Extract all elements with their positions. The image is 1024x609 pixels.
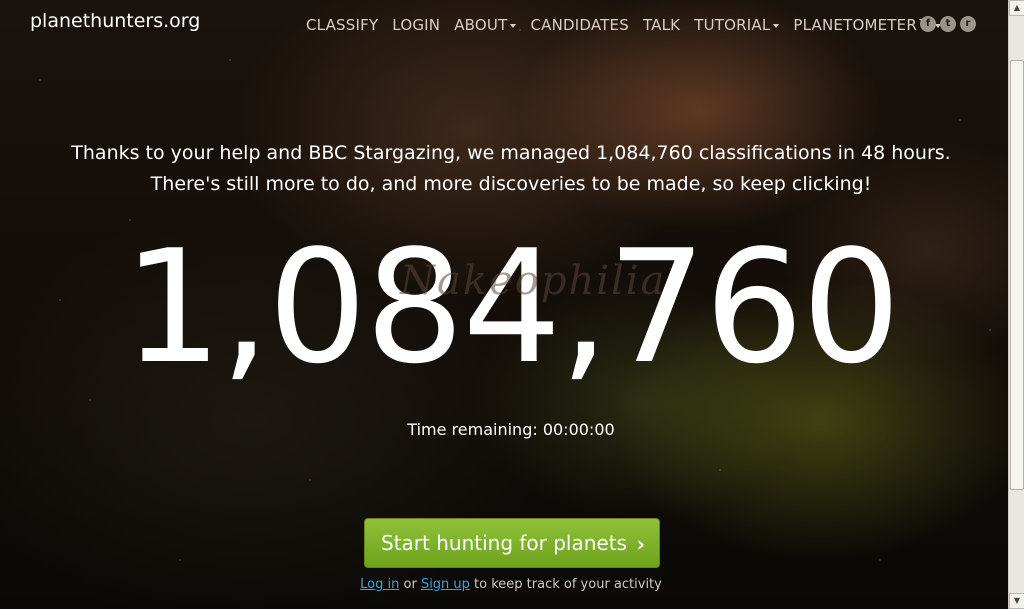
- signin-prompt: Log in or Sign up to keep track of your …: [0, 577, 1022, 592]
- signup-link[interactable]: Sign up: [421, 577, 470, 592]
- signin-suffix: to keep track of your activity: [469, 577, 662, 592]
- time-remaining: Time remaining: 00:00:00: [407, 420, 615, 439]
- nav-planetometer[interactable]: PLANETOMETER™: [793, 16, 942, 34]
- chevron-down-icon: [510, 23, 517, 28]
- chevron-right-icon: ›: [636, 532, 645, 556]
- twitter-icon[interactable]: t: [940, 16, 956, 32]
- message-line-1: Thanks to your help and BBC Stargazing, …: [71, 142, 951, 164]
- scroll-up-button[interactable]: ▲: [1009, 0, 1024, 16]
- watermark: Nakeophilia: [400, 258, 667, 304]
- vertical-scrollbar[interactable]: ▲ ▼: [1008, 0, 1024, 609]
- classification-count: 1,084,760: [123, 216, 901, 398]
- start-hunting-button[interactable]: Start hunting for planets ›: [364, 518, 660, 568]
- start-hunting-label: Start hunting for planets: [381, 531, 627, 555]
- facebook-icon[interactable]: f: [920, 16, 936, 32]
- site-logo-link[interactable]: planethunters.org: [30, 10, 200, 32]
- nav-planetometer-label: PLANETOMETER™: [793, 16, 933, 34]
- nav-talk[interactable]: TALK: [643, 16, 680, 34]
- nav-about[interactable]: ABOUT: [454, 16, 517, 34]
- nav-tutorial-label: TUTORIAL: [694, 16, 771, 34]
- signin-or: or: [399, 577, 421, 592]
- nav-login[interactable]: LOGIN: [392, 16, 440, 34]
- login-link[interactable]: Log in: [360, 577, 399, 592]
- rss-icon[interactable]: r: [960, 16, 976, 32]
- nav-classify[interactable]: CLASSIFY: [306, 16, 378, 34]
- thank-you-message: Thanks to your help and BBC Stargazing, …: [0, 138, 1022, 200]
- social-links: f t r: [920, 16, 976, 32]
- message-line-2: There's still more to do, and more disco…: [150, 173, 872, 195]
- nav-candidates[interactable]: CANDIDATES: [530, 16, 628, 34]
- scroll-thumb[interactable]: [1010, 60, 1024, 490]
- page: planethunters.org CLASSIFY LOGIN ABOUT C…: [0, 0, 1008, 609]
- nav-tutorial[interactable]: TUTORIAL: [694, 16, 780, 34]
- top-navigation: CLASSIFY LOGIN ABOUT CANDIDATES TALK TUT…: [306, 16, 942, 34]
- scroll-down-button[interactable]: ▼: [1009, 593, 1024, 609]
- nav-about-label: ABOUT: [454, 16, 508, 34]
- chevron-down-icon: [773, 23, 780, 28]
